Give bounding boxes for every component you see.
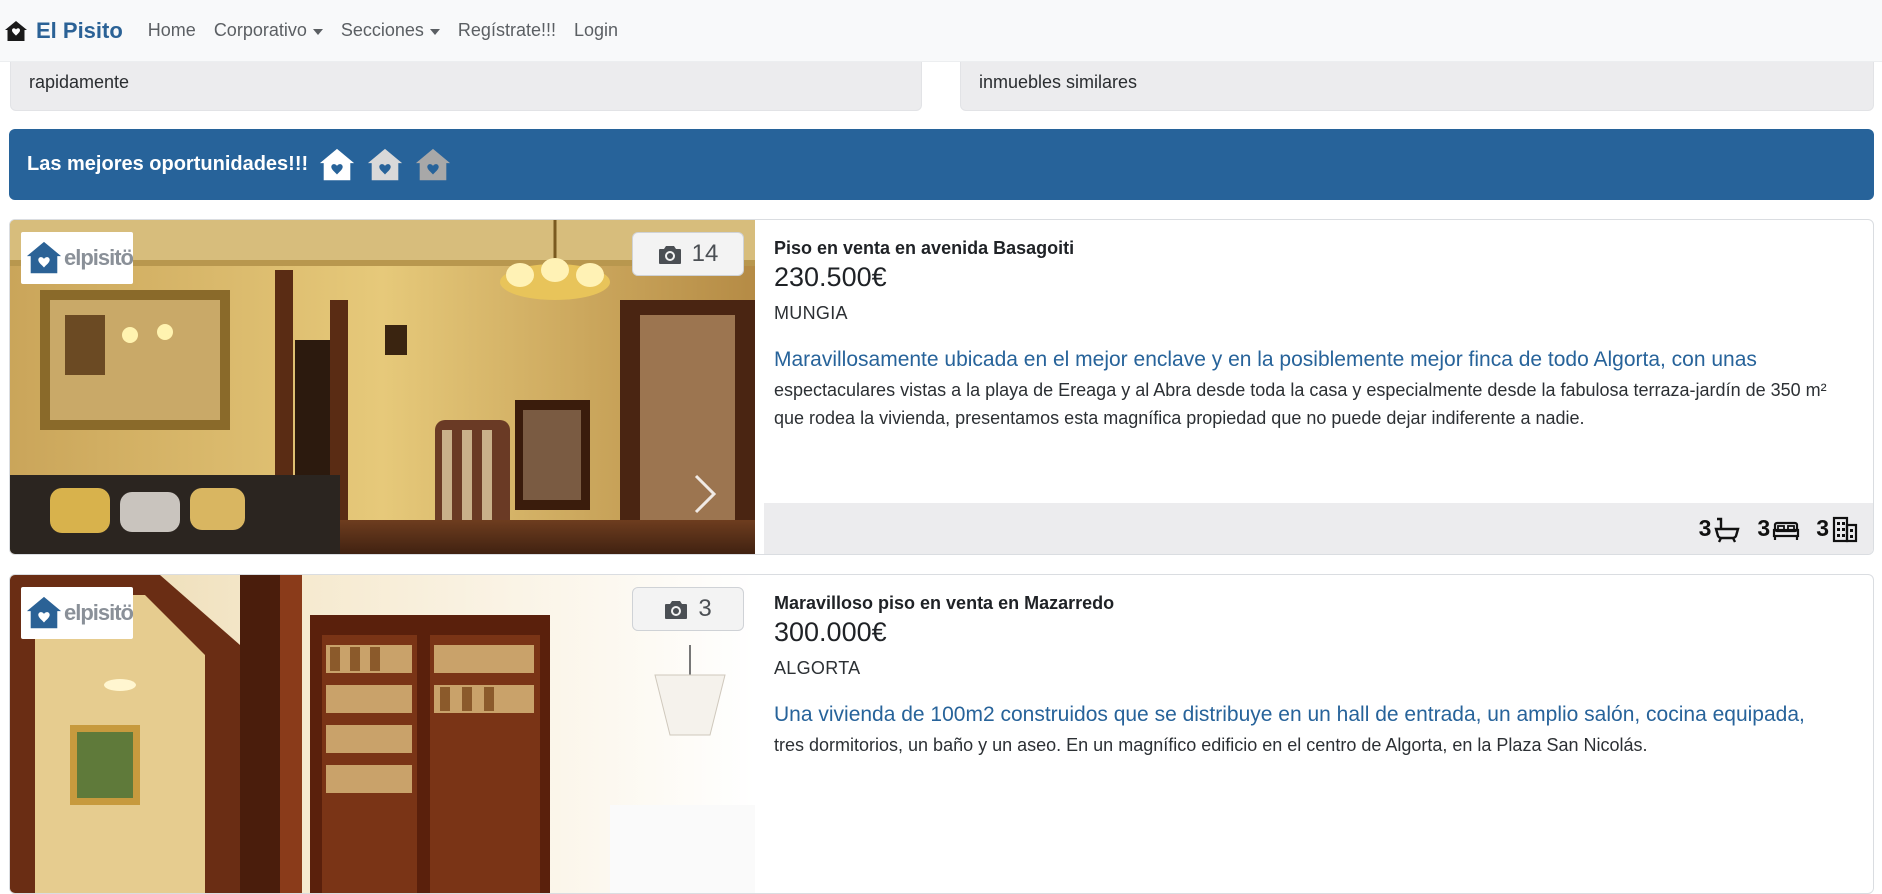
floor-number: 3 (1816, 515, 1829, 541)
house-heart-icon (320, 148, 355, 180)
baths-count: 3 (1698, 515, 1712, 541)
beds-count: 3 (1757, 515, 1771, 541)
listing-city: MUNGIA (774, 303, 848, 323)
house-heart-icon (26, 241, 62, 274)
feature-floor: 3 (1816, 515, 1859, 543)
building-icon (1832, 516, 1858, 542)
nav-secciones-dropdown[interactable]: Secciones (332, 20, 449, 41)
site-logo-watermark: elpisitö (21, 232, 134, 284)
feature-beds: 3 (1757, 515, 1800, 543)
listing-price: 230.500€ (774, 262, 887, 292)
bed-icon (1773, 521, 1800, 540)
listing-card[interactable]: elpisitö 3 Maravilloso piso en venta en … (9, 574, 1874, 894)
listing-lead-text[interactable]: Maravillosamente ubicada en el mejor enc… (774, 348, 1757, 372)
chevron-down-icon (312, 28, 323, 35)
camera-icon (665, 601, 688, 619)
listing-price: 300.000€ (774, 617, 887, 647)
photo-count: 3 (698, 595, 712, 622)
listing-photo[interactable]: elpisitö 14 (10, 220, 755, 554)
house-icon (5, 20, 27, 41)
opportunities-banner: Las mejores oportunidades!!! (9, 129, 1874, 200)
nav-corporativo-label: Corporativo (213, 20, 307, 40)
listing-card[interactable]: elpisitö 14 Piso en venta en avenida Bas… (9, 219, 1874, 555)
listing-title[interactable]: Piso en venta en avenida Basagoiti (774, 238, 1074, 259)
feature-card-left-text: rapidamente (29, 72, 130, 92)
brand-name: El Pisito (36, 17, 123, 43)
logo-text: elpisitö (63, 245, 134, 270)
brand-link[interactable]: El Pisito (4, 18, 123, 44)
camera-icon (658, 246, 681, 264)
chevron-down-icon (429, 28, 440, 35)
listing-description: espectaculares vistas a la playa de Erea… (774, 380, 1827, 428)
listing-description: tres dormitorios, un baño y un aseo. En … (774, 735, 1648, 755)
listing-city: ALGORTA (774, 658, 861, 678)
listing-features-bar: 3 3 3 (764, 503, 1873, 554)
house-heart-icon (368, 148, 403, 180)
photo-count-badge[interactable]: 14 (632, 232, 744, 276)
nav-register-label: Regístrate!!! (457, 20, 556, 40)
photo-count: 14 (691, 240, 719, 267)
logo-text: elpisitö (63, 600, 134, 625)
listing-title[interactable]: Maravilloso piso en venta en Mazarredo (774, 593, 1114, 614)
banner-title: Las mejores oportunidades!!! (27, 153, 309, 175)
bathtub-icon (1714, 517, 1740, 543)
nav-corporativo-dropdown[interactable]: Corporativo (205, 20, 332, 41)
top-navbar: El Pisito Home Corporativo Secciones Reg… (0, 0, 1882, 62)
house-heart-icon (26, 596, 62, 629)
nav-home[interactable]: Home (139, 20, 205, 41)
nav-login[interactable]: Login (565, 20, 627, 41)
nav-home-label: Home (147, 20, 196, 40)
house-heart-icon (416, 148, 451, 180)
feature-card-right-text: inmuebles similares (979, 72, 1138, 92)
chevron-right-icon[interactable] (692, 472, 718, 516)
photo-count-badge[interactable]: 3 (632, 587, 744, 631)
site-logo-watermark: elpisitö (21, 587, 134, 639)
nav-register[interactable]: Regístrate!!! (449, 20, 565, 41)
nav-login-label: Login (573, 20, 619, 40)
nav-secciones-label: Secciones (340, 20, 424, 40)
listing-photo[interactable]: elpisitö 3 (10, 575, 755, 893)
listing-lead-text[interactable]: Una vivienda de 100m2 construidos que se… (774, 703, 1805, 727)
listing-info: Maravilloso piso en venta en Mazarredo 3… (774, 575, 1873, 893)
feature-baths: 3 (1699, 515, 1742, 543)
